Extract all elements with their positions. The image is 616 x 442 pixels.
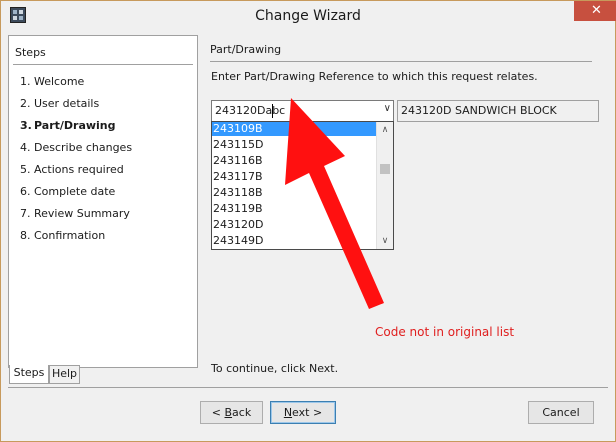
- divider: [8, 387, 608, 388]
- wizard-body: Steps 1. Welcome 2. User details 3. Part/Dr…: [8, 32, 608, 434]
- next-button-label: ext >: [292, 406, 323, 419]
- back-button[interactable]: < Back: [200, 401, 263, 424]
- next-button[interactable]: Next >: [270, 401, 336, 424]
- title-bar: Change Wizard ✕: [1, 1, 616, 32]
- close-button[interactable]: ✕: [574, 1, 616, 21]
- back-button-mnemonic: B: [224, 406, 233, 419]
- change-wizard-window: Change Wizard ✕ Steps 1. Welcome 2. User d…: [0, 0, 616, 442]
- window-title: Change Wizard: [255, 8, 361, 24]
- back-button-prefix: <: [211, 406, 225, 419]
- annotation-text: Code not in original list: [375, 325, 515, 339]
- cancel-button[interactable]: Cancel: [528, 401, 594, 424]
- back-button-label: ack: [232, 406, 252, 419]
- annotation-arrow-shape: [285, 98, 384, 309]
- next-button-mnemonic: N: [283, 406, 293, 419]
- continue-hint: To continue, click Next.: [211, 362, 339, 375]
